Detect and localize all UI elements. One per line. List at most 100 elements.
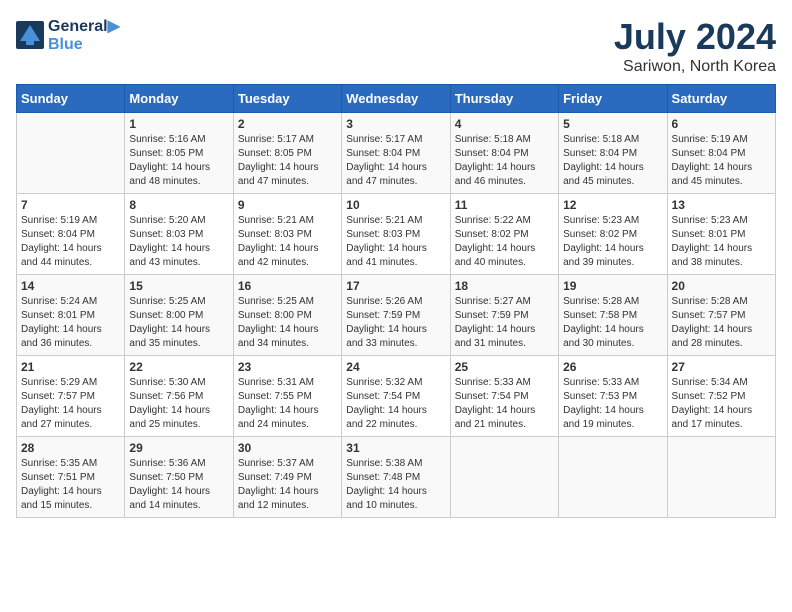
day-info: Sunrise: 5:16 AM Sunset: 8:05 PM Dayligh…: [129, 133, 228, 189]
day-info: Sunrise: 5:38 AM Sunset: 7:48 PM Dayligh…: [346, 457, 445, 513]
day-number: 21: [21, 360, 120, 374]
calendar-cell: [450, 437, 558, 518]
day-info: Sunrise: 5:25 AM Sunset: 8:00 PM Dayligh…: [129, 295, 228, 351]
title-block: July 2024 Sariwon, North Korea: [614, 16, 776, 76]
calendar-cell: 10 Sunrise: 5:21 AM Sunset: 8:03 PM Dayli…: [342, 194, 450, 275]
week-row-3: 14Sunrise: 5:24 AM Sunset: 8:01 PM Dayli…: [17, 275, 776, 356]
day-number: 4: [455, 117, 554, 131]
day-info: Sunrise: 5:33 AM Sunset: 7:53 PM Dayligh…: [563, 376, 662, 432]
day-number: 25: [455, 360, 554, 374]
day-number: 26: [563, 360, 662, 374]
day-number: 3: [346, 117, 445, 131]
page-header: General▶ Blue July 2024 Sariwon, North K…: [16, 16, 776, 76]
day-info: Sunrise: 5:37 AM Sunset: 7:49 PM Dayligh…: [238, 457, 337, 513]
day-info: Sunrise: 5:25 AM Sunset: 8:00 PM Dayligh…: [238, 295, 337, 351]
calendar-cell: 12Sunrise: 5:23 AM Sunset: 8:02 PM Dayli…: [559, 194, 667, 275]
calendar-cell: 2 Sunrise: 5:17 AM Sunset: 8:05 PM Daylig…: [233, 113, 341, 194]
day-number: 10: [346, 198, 445, 212]
day-number: 15: [129, 279, 228, 293]
calendar-cell: 24 Sunrise: 5:32 AM Sunset: 7:54 PM Dayli…: [342, 356, 450, 437]
calendar-cell: 16 Sunrise: 5:25 AM Sunset: 8:00 PM Dayli…: [233, 275, 341, 356]
calendar-cell: 7 Sunrise: 5:19 AM Sunset: 8:04 PM Daylig…: [17, 194, 125, 275]
day-number: 20: [672, 279, 771, 293]
day-info: Sunrise: 5:28 AM Sunset: 7:57 PM Dayligh…: [672, 295, 771, 351]
day-info: Sunrise: 5:26 AM Sunset: 7:59 PM Dayligh…: [346, 295, 445, 351]
calendar-cell: 22Sunrise: 5:30 AM Sunset: 7:56 PM Dayli…: [125, 356, 233, 437]
day-number: 23: [238, 360, 337, 374]
calendar-cell: 6 Sunrise: 5:19 AM Sunset: 8:04 PM Daylig…: [667, 113, 775, 194]
day-number: 2: [238, 117, 337, 131]
calendar-cell: 8Sunrise: 5:20 AM Sunset: 8:03 PM Daylig…: [125, 194, 233, 275]
day-info: Sunrise: 5:27 AM Sunset: 7:59 PM Dayligh…: [455, 295, 554, 351]
day-info: Sunrise: 5:17 AM Sunset: 8:05 PM Dayligh…: [238, 133, 337, 189]
day-info: Sunrise: 5:29 AM Sunset: 7:57 PM Dayligh…: [21, 376, 120, 432]
day-number: 11: [455, 198, 554, 212]
subtitle: Sariwon, North Korea: [614, 58, 776, 76]
day-info: Sunrise: 5:22 AM Sunset: 8:02 PM Dayligh…: [455, 214, 554, 270]
weekday-saturday: Saturday: [667, 85, 775, 113]
calendar-cell: 20 Sunrise: 5:28 AM Sunset: 7:57 PM Dayli…: [667, 275, 775, 356]
day-info: Sunrise: 5:35 AM Sunset: 7:51 PM Dayligh…: [21, 457, 120, 513]
calendar-cell: 23Sunrise: 5:31 AM Sunset: 7:55 PM Dayli…: [233, 356, 341, 437]
calendar-cell: 9Sunrise: 5:21 AM Sunset: 8:03 PM Daylig…: [233, 194, 341, 275]
weekday-friday: Friday: [559, 85, 667, 113]
weekday-thursday: Thursday: [450, 85, 558, 113]
day-number: 16: [238, 279, 337, 293]
calendar-cell: 1 Sunrise: 5:16 AM Sunset: 8:05 PM Daylig…: [125, 113, 233, 194]
day-number: 29: [129, 441, 228, 455]
day-info: Sunrise: 5:20 AM Sunset: 8:03 PM Dayligh…: [129, 214, 228, 270]
calendar-cell: 21 Sunrise: 5:29 AM Sunset: 7:57 PM Dayli…: [17, 356, 125, 437]
day-number: 17: [346, 279, 445, 293]
day-number: 27: [672, 360, 771, 374]
day-number: 22: [129, 360, 228, 374]
calendar-cell: 17 Sunrise: 5:26 AM Sunset: 7:59 PM Dayli…: [342, 275, 450, 356]
day-info: Sunrise: 5:19 AM Sunset: 8:04 PM Dayligh…: [672, 133, 771, 189]
day-number: 1: [129, 117, 228, 131]
calendar-cell: 5 Sunrise: 5:18 AM Sunset: 8:04 PM Daylig…: [559, 113, 667, 194]
day-number: 9: [238, 198, 337, 212]
day-info: Sunrise: 5:18 AM Sunset: 8:04 PM Dayligh…: [563, 133, 662, 189]
week-row-5: 28 Sunrise: 5:35 AM Sunset: 7:51 PM Dayli…: [17, 437, 776, 518]
week-row-2: 7 Sunrise: 5:19 AM Sunset: 8:04 PM Daylig…: [17, 194, 776, 275]
day-number: 30: [238, 441, 337, 455]
logo-text: General▶ Blue: [48, 16, 120, 54]
calendar-cell: 31 Sunrise: 5:38 AM Sunset: 7:48 PM Dayli…: [342, 437, 450, 518]
day-info: Sunrise: 5:32 AM Sunset: 7:54 PM Dayligh…: [346, 376, 445, 432]
day-info: Sunrise: 5:28 AM Sunset: 7:58 PM Dayligh…: [563, 295, 662, 351]
day-number: 7: [21, 198, 120, 212]
calendar-cell: 3Sunrise: 5:17 AM Sunset: 8:04 PM Daylig…: [342, 113, 450, 194]
day-info: Sunrise: 5:33 AM Sunset: 7:54 PM Dayligh…: [455, 376, 554, 432]
week-row-1: 1 Sunrise: 5:16 AM Sunset: 8:05 PM Daylig…: [17, 113, 776, 194]
calendar-cell: 25 Sunrise: 5:33 AM Sunset: 7:54 PM Dayli…: [450, 356, 558, 437]
day-number: 14: [21, 279, 120, 293]
calendar-cell: 15 Sunrise: 5:25 AM Sunset: 8:00 PM Dayli…: [125, 275, 233, 356]
day-number: 31: [346, 441, 445, 455]
day-number: 5: [563, 117, 662, 131]
calendar-cell: 14Sunrise: 5:24 AM Sunset: 8:01 PM Dayli…: [17, 275, 125, 356]
weekday-sunday: Sunday: [17, 85, 125, 113]
calendar-cell: 4Sunrise: 5:18 AM Sunset: 8:04 PM Daylig…: [450, 113, 558, 194]
day-number: 28: [21, 441, 120, 455]
calendar-cell: 29Sunrise: 5:36 AM Sunset: 7:50 PM Dayli…: [125, 437, 233, 518]
calendar-cell: 28 Sunrise: 5:35 AM Sunset: 7:51 PM Dayli…: [17, 437, 125, 518]
day-number: 13: [672, 198, 771, 212]
day-number: 6: [672, 117, 771, 131]
calendar-cell: 19 Sunrise: 5:28 AM Sunset: 7:58 PM Dayli…: [559, 275, 667, 356]
logo-icon: [16, 21, 44, 49]
calendar-cell: 27 Sunrise: 5:34 AM Sunset: 7:52 PM Dayli…: [667, 356, 775, 437]
weekday-tuesday: Tuesday: [233, 85, 341, 113]
day-info: Sunrise: 5:19 AM Sunset: 8:04 PM Dayligh…: [21, 214, 120, 270]
day-info: Sunrise: 5:23 AM Sunset: 8:02 PM Dayligh…: [563, 214, 662, 270]
day-info: Sunrise: 5:23 AM Sunset: 8:01 PM Dayligh…: [672, 214, 771, 270]
weekday-monday: Monday: [125, 85, 233, 113]
day-info: Sunrise: 5:34 AM Sunset: 7:52 PM Dayligh…: [672, 376, 771, 432]
calendar-cell: 11 Sunrise: 5:22 AM Sunset: 8:02 PM Dayli…: [450, 194, 558, 275]
logo: General▶ Blue: [16, 16, 120, 54]
calendar-header: SundayMondayTuesdayWednesdayThursdayFrid…: [17, 85, 776, 113]
day-number: 18: [455, 279, 554, 293]
day-info: Sunrise: 5:21 AM Sunset: 8:03 PM Dayligh…: [346, 214, 445, 270]
day-number: 19: [563, 279, 662, 293]
day-number: 24: [346, 360, 445, 374]
calendar-cell: [559, 437, 667, 518]
calendar-cell: 26 Sunrise: 5:33 AM Sunset: 7:53 PM Dayli…: [559, 356, 667, 437]
